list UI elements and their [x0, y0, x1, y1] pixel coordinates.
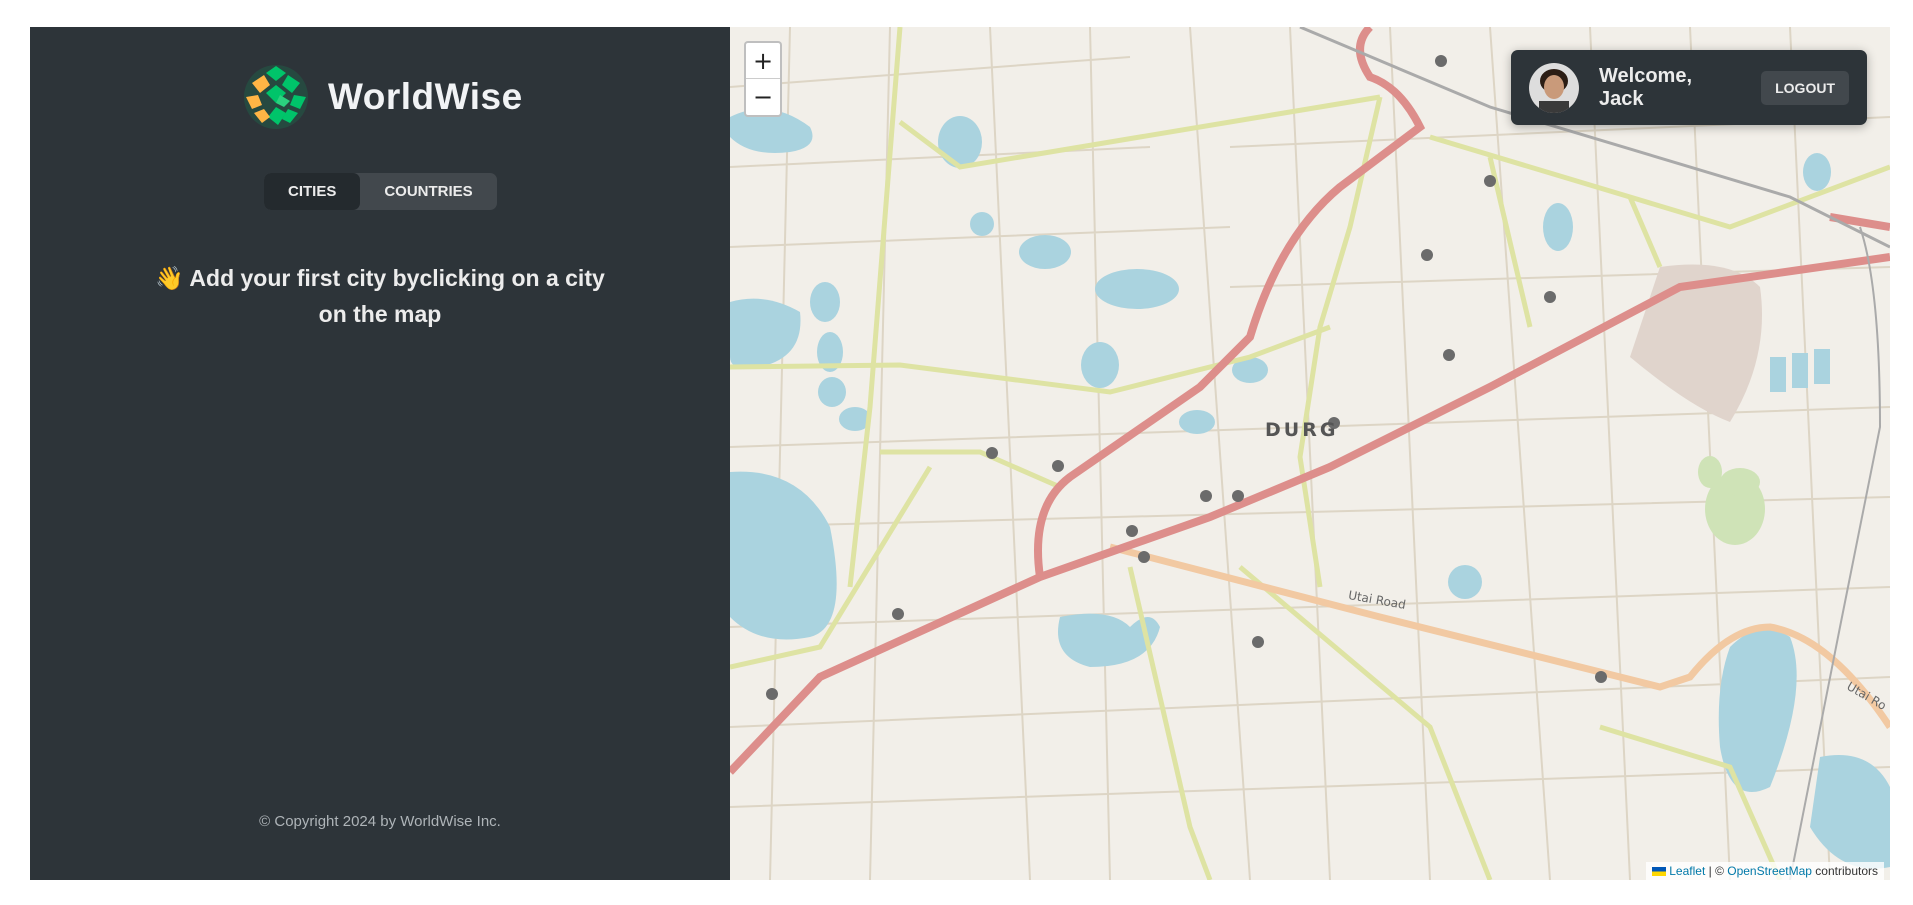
logout-button[interactable]: LOGOUT	[1761, 70, 1849, 105]
copyright: © Copyright 2024 by WorldWise Inc.	[259, 813, 501, 830]
leaflet-link[interactable]: Leaflet	[1669, 864, 1705, 878]
map-tiles[interactable]	[730, 27, 1890, 880]
zoom-out-icon[interactable]: −	[746, 79, 780, 115]
tab-navigation: CITIES COUNTRIES	[264, 173, 497, 210]
globe-logo-icon	[244, 65, 308, 129]
logo[interactable]: WorldWise	[242, 63, 523, 131]
attribution-separator: | ©	[1705, 864, 1728, 878]
app-layout: WorldWise CITIES COUNTRIES 👋 Add your fi…	[30, 27, 1890, 880]
tab-countries[interactable]: COUNTRIES	[360, 173, 496, 210]
map-attribution: Leaflet | © OpenStreetMap contributors	[1646, 862, 1884, 880]
welcome-text: Welcome, Jack	[1599, 64, 1692, 110]
sidebar: WorldWise CITIES COUNTRIES 👋 Add your fi…	[30, 27, 730, 880]
user-panel: Welcome, Jack LOGOUT	[1511, 50, 1867, 125]
ukraine-flag-icon	[1652, 867, 1667, 877]
zoom-in-icon[interactable]: +	[746, 43, 780, 79]
tab-cities[interactable]: CITIES	[264, 173, 361, 210]
place-label-durg: DURG	[1265, 419, 1339, 441]
zoom-control: + −	[744, 41, 782, 117]
map-container[interactable]: DURG Utai Road Utai Ro + − Welcome, Jack…	[730, 27, 1890, 880]
logo-text: WorldWise	[328, 76, 523, 117]
osm-link[interactable]: OpenStreetMap	[1727, 864, 1812, 878]
waving-hand-icon: 👋	[155, 265, 184, 291]
empty-state-text: Add your first city byclicking on a city…	[189, 265, 605, 327]
empty-state-message: 👋 Add your first city byclicking on a ci…	[150, 260, 610, 332]
attribution-suffix: contributors	[1811, 864, 1878, 878]
user-avatar-icon	[1529, 62, 1579, 113]
